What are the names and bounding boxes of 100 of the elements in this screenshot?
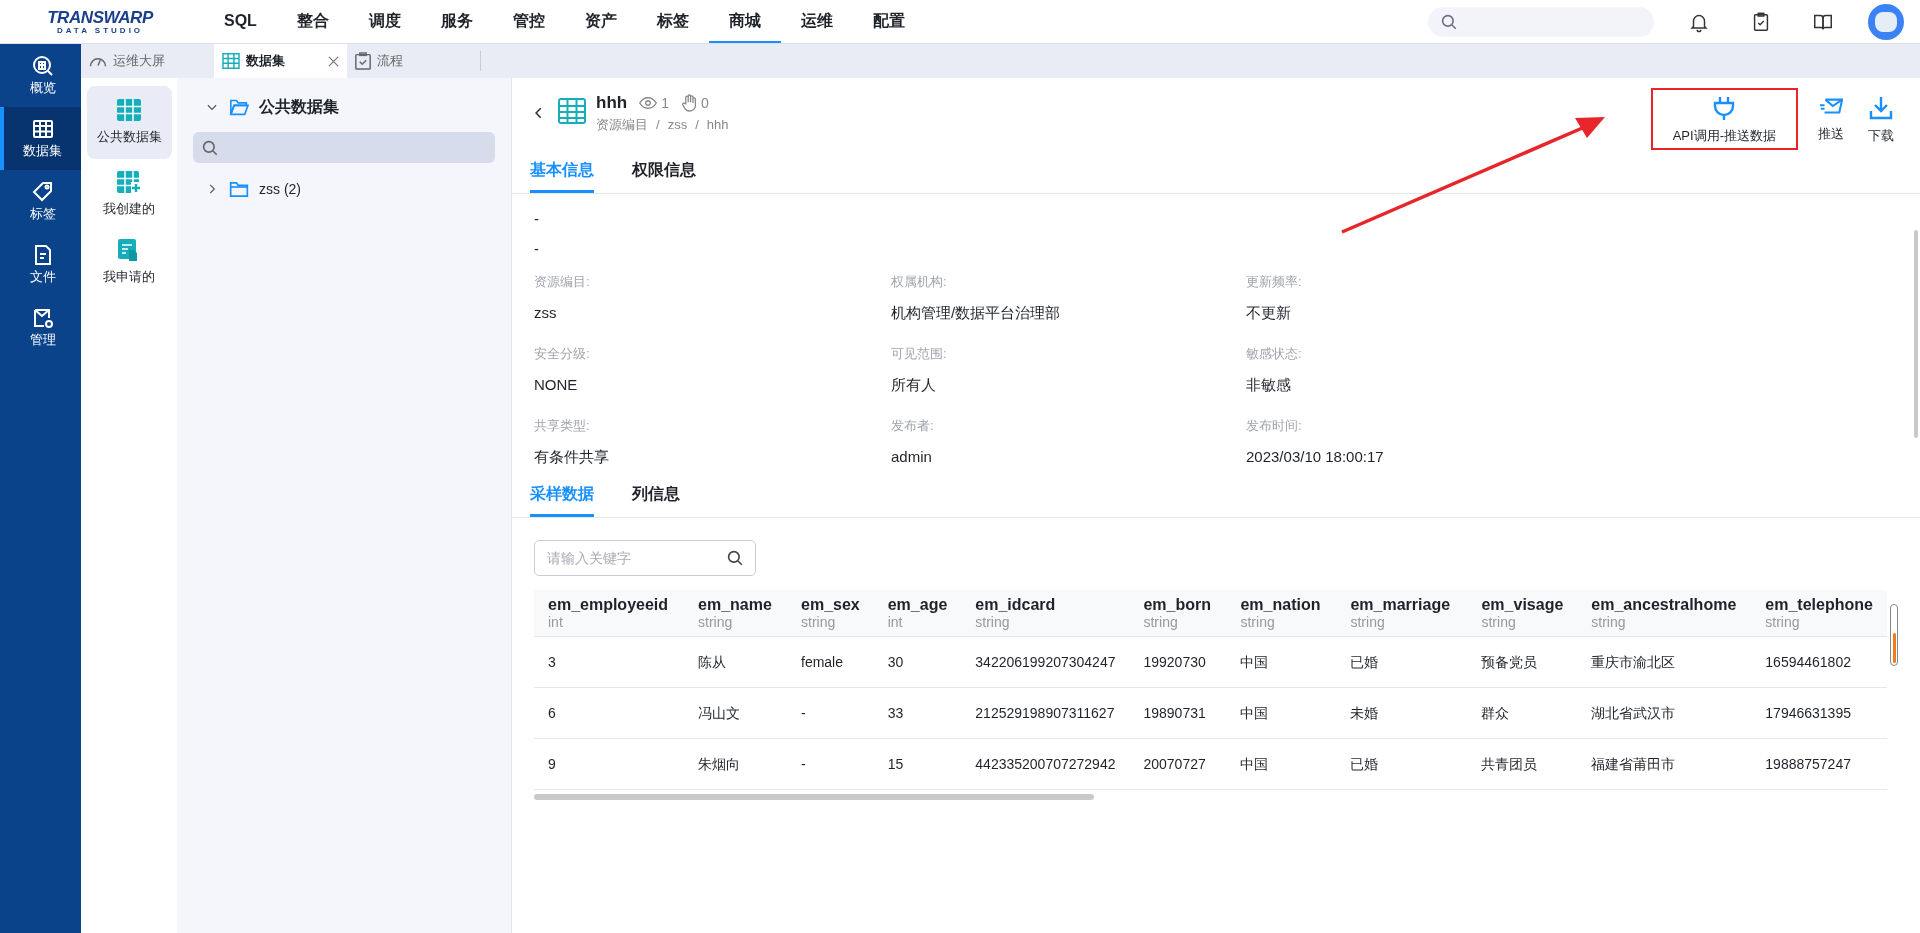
field-value: admin xyxy=(891,446,933,467)
table-cell: 16594461802 xyxy=(1751,636,1887,688)
table-cell: 17946631395 xyxy=(1751,687,1887,739)
like-count: 0 xyxy=(700,93,709,113)
table-cell: 9 xyxy=(534,738,684,790)
column-header: em_employeeid int xyxy=(534,590,684,637)
table-cell: 30 xyxy=(873,636,962,688)
eye-icon xyxy=(639,96,658,110)
breadcrumb-separator: / xyxy=(695,116,699,134)
tab[interactable]: 运维大屏 xyxy=(81,44,214,78)
table-cell: - xyxy=(787,687,874,739)
nav-item[interactable]: 标签 xyxy=(636,0,709,43)
action-button[interactable]: 下载 xyxy=(1864,88,1898,150)
column-header: em_ancestralhome string xyxy=(1577,590,1752,637)
side-nav-item[interactable]: 管理 xyxy=(0,296,81,359)
breadcrumb-item[interactable]: zss xyxy=(667,115,688,135)
close-icon[interactable] xyxy=(328,55,339,67)
column-header: em_nation string xyxy=(1226,590,1337,637)
table-plus-icon xyxy=(117,171,141,194)
folder-icon xyxy=(229,98,249,116)
breadcrumb-item[interactable]: 资源编目 xyxy=(596,115,648,135)
dataset-title: hhh xyxy=(596,92,628,115)
tab[interactable]: 权限信息 xyxy=(632,158,696,193)
nav-item[interactable]: 整合 xyxy=(276,0,349,43)
table-cell: 中国 xyxy=(1226,636,1337,688)
field-value: 有条件共享 xyxy=(534,446,610,467)
table-icon xyxy=(558,98,586,124)
nav-item[interactable]: 管控 xyxy=(492,0,565,43)
field-value: 非敏感 xyxy=(1246,374,1292,395)
nav-item[interactable]: 服务 xyxy=(420,0,493,43)
field-value: 所有人 xyxy=(891,374,937,395)
side-nav-item[interactable]: 数据集 xyxy=(0,107,81,170)
field-label: 更新频率: xyxy=(1246,273,1303,291)
field-value: 机构管理/数据平台治理部 xyxy=(891,302,1062,323)
hand-icon xyxy=(680,94,697,112)
scrollbar[interactable] xyxy=(1914,230,1918,438)
table-cell: 预备党员 xyxy=(1467,636,1578,688)
table-cell: 442335200707272942 xyxy=(961,738,1130,790)
nav-item[interactable]: SQL xyxy=(204,0,277,43)
column-header: em_born string xyxy=(1129,590,1227,637)
description-text: - xyxy=(534,239,540,258)
field-value: NONE xyxy=(534,374,579,395)
search-icon xyxy=(1440,12,1458,31)
clipboard-icon xyxy=(355,52,371,70)
search-field[interactable] xyxy=(1428,6,1654,37)
column-header: em_name string xyxy=(684,590,787,637)
column-header: em_telephone string xyxy=(1751,590,1887,637)
tree-root-label[interactable]: 公共数据集 xyxy=(259,95,339,119)
table-cell: 群众 xyxy=(1467,687,1578,739)
table-cell: 6 xyxy=(534,687,684,739)
sub-nav-item[interactable]: 公共数据集 xyxy=(86,86,172,159)
table-cell: 19888757247 xyxy=(1751,738,1887,790)
sub-nav-item[interactable]: 我申请的 xyxy=(86,231,172,295)
plug-icon xyxy=(1713,96,1736,120)
download-icon xyxy=(1869,96,1893,120)
avatar[interactable] xyxy=(1868,3,1904,40)
side-nav-item[interactable]: 标签 xyxy=(0,170,81,233)
nav-item[interactable]: 运维 xyxy=(780,0,853,43)
horizontal-scrollbar[interactable] xyxy=(534,794,1094,800)
search-field[interactable]: 请输入关键字 xyxy=(534,540,756,576)
table-cell: female xyxy=(787,636,874,688)
action-button[interactable]: API调用-推送数据 xyxy=(1650,88,1798,150)
tab[interactable]: 数据集 xyxy=(214,44,347,78)
nav-item[interactable]: 配置 xyxy=(852,0,925,43)
table-cell: 212529198907311627 xyxy=(961,687,1130,739)
table-cell: 19920730 xyxy=(1129,636,1227,688)
table-cell: 未婚 xyxy=(1336,687,1468,739)
side-nav-item[interactable]: 文件 xyxy=(0,233,81,296)
tab[interactable]: 流程 xyxy=(347,44,480,78)
sub-nav-item[interactable]: 我创建的 xyxy=(86,163,172,227)
column-header: em_marriage string xyxy=(1336,590,1468,637)
column-header: em_sex string xyxy=(787,590,874,637)
field-label: 安全分级: xyxy=(534,345,591,363)
nav-item[interactable]: 资产 xyxy=(564,0,637,43)
table-cell: 15 xyxy=(873,738,962,790)
nav-item[interactable]: 调度 xyxy=(348,0,421,43)
table-cell: 已婚 xyxy=(1336,636,1468,688)
view-count: 1 xyxy=(661,93,669,113)
breadcrumb-item[interactable]: hhh xyxy=(706,115,729,135)
breadcrumb-separator: / xyxy=(656,116,660,134)
search-field[interactable] xyxy=(193,132,495,163)
tab[interactable]: 列信息 xyxy=(632,482,680,517)
table-cell: 湖北省武汉市 xyxy=(1577,687,1752,739)
tree-item[interactable]: zss (2) xyxy=(259,178,301,200)
table-icon xyxy=(117,98,141,121)
action-button[interactable]: 推送 xyxy=(1814,88,1848,150)
table-icon xyxy=(222,53,240,69)
logo: TRANSWARP DATA STUDIO xyxy=(46,8,155,35)
field-label: 资源编目: xyxy=(534,273,591,291)
scrollbar[interactable] xyxy=(1890,604,1898,666)
side-nav-item[interactable]: 概览 xyxy=(0,44,81,107)
field-label: 敏感状态: xyxy=(1246,345,1303,363)
table-cell: 福建省莆田市 xyxy=(1577,738,1752,790)
table-cell: 共青团员 xyxy=(1467,738,1578,790)
field-value: zss xyxy=(534,302,558,323)
table-cell: 已婚 xyxy=(1336,738,1468,790)
column-header: em_age int xyxy=(873,590,962,637)
table-cell: 中国 xyxy=(1226,687,1337,739)
table-cell: 冯山文 xyxy=(684,687,787,739)
column-header: em_idcard string xyxy=(961,590,1130,637)
